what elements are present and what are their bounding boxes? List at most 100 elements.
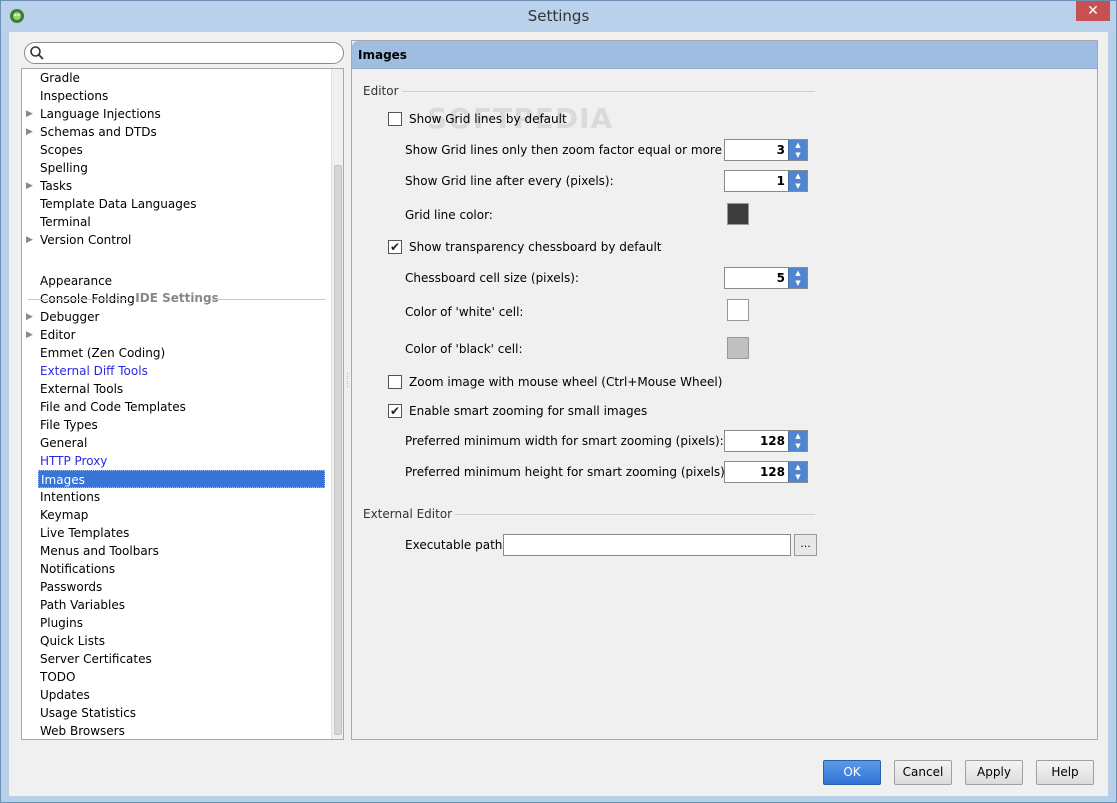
tree-item-keymap[interactable]: Keymap	[40, 506, 88, 524]
spinner-up-icon[interactable]: ▲	[789, 140, 807, 150]
expand-arrow-icon[interactable]: ▶	[26, 177, 36, 195]
group-divider-left	[28, 299, 128, 300]
grid-zoom-stepper[interactable]: ▲ ▼	[788, 140, 807, 160]
tree-item-images[interactable]: Images	[38, 470, 325, 488]
tree-item-menus-and-toolbars[interactable]: Menus and Toolbars	[40, 542, 159, 560]
chess-size-value[interactable]: 5	[725, 268, 787, 288]
spinner-up-icon[interactable]: ▲	[789, 431, 807, 441]
tree-item-server-certificates[interactable]: Server Certificates	[40, 650, 152, 668]
tree-item-usage-statistics[interactable]: Usage Statistics	[40, 704, 136, 722]
settings-tree[interactable]: Gradle Inspections ▶ Language Injections ▶ Sc…	[21, 68, 344, 740]
show-chessboard-checkbox[interactable]: ✔	[388, 240, 402, 254]
tree-item-schemas-and-dtds[interactable]: Schemas and DTDs	[40, 123, 157, 141]
tree-item-inspections[interactable]: Inspections	[40, 87, 108, 105]
grid-every-value[interactable]: 1	[725, 171, 787, 191]
grid-zoom-value[interactable]: 3	[725, 140, 787, 160]
tree-item-passwords[interactable]: Passwords	[40, 578, 102, 596]
title-bar[interactable]: Settings ✕	[1, 1, 1116, 32]
grid-every-label: Show Grid line after every (pixels):	[405, 174, 614, 188]
panel-splitter[interactable]: :::	[346, 371, 349, 392]
tree-scrollbar[interactable]	[331, 69, 343, 739]
spinner-down-icon[interactable]: ▼	[789, 181, 807, 191]
tree-item-todo[interactable]: TODO	[40, 668, 75, 686]
tree-item-general[interactable]: General	[40, 434, 87, 452]
tree-item-terminal[interactable]: Terminal	[40, 213, 91, 231]
spinner-down-icon[interactable]: ▼	[789, 472, 807, 482]
spinner-up-icon[interactable]: ▲	[789, 171, 807, 181]
close-button[interactable]: ✕	[1076, 1, 1110, 21]
zoom-wheel-checkbox[interactable]	[388, 375, 402, 389]
grid-every-stepper[interactable]: ▲ ▼	[788, 171, 807, 191]
tree-item-web-browsers[interactable]: Web Browsers	[40, 722, 125, 739]
black-cell-swatch[interactable]	[727, 337, 749, 359]
tree-item-emmet-zen-coding[interactable]: Emmet (Zen Coding)	[40, 344, 165, 362]
show-grid-checkbox[interactable]	[388, 112, 402, 126]
show-grid-label: Show Grid lines by default	[409, 112, 567, 126]
tree-item-template-data-languages[interactable]: Template Data Languages	[40, 195, 197, 213]
tree-item-http-proxy[interactable]: HTTP Proxy	[40, 452, 107, 470]
spinner-down-icon[interactable]: ▼	[789, 278, 807, 288]
white-cell-label: Color of 'white' cell:	[405, 305, 524, 319]
spinner-down-icon[interactable]: ▼	[789, 441, 807, 451]
section-editor: Editor	[363, 84, 399, 98]
panel-title: Images	[352, 41, 1097, 69]
tree-item-editor[interactable]: Editor	[40, 326, 76, 344]
zoom-wheel-label: Zoom image with mouse wheel (Ctrl+Mouse …	[409, 375, 723, 389]
ok-button[interactable]: OK	[823, 760, 881, 785]
tree-item-appearance[interactable]: Appearance	[40, 272, 112, 290]
expand-arrow-icon[interactable]: ▶	[26, 123, 36, 141]
settings-search[interactable]	[24, 42, 344, 64]
smart-zoom-checkbox[interactable]: ✔	[388, 404, 402, 418]
exec-path-input[interactable]	[503, 534, 791, 556]
tree-item-updates[interactable]: Updates	[40, 686, 90, 704]
tree-item-gradle[interactable]: Gradle	[40, 69, 80, 87]
browse-button[interactable]: ...	[794, 534, 817, 556]
tree-item-external-diff-tools[interactable]: External Diff Tools	[40, 362, 148, 380]
tree-item-version-control[interactable]: Version Control	[40, 231, 131, 249]
spinner-up-icon[interactable]: ▲	[789, 268, 807, 278]
tree-item-external-tools[interactable]: External Tools	[40, 380, 123, 398]
tree-item-plugins[interactable]: Plugins	[40, 614, 83, 632]
chess-size-spinner[interactable]: 5 ▲ ▼	[724, 267, 808, 289]
tree-item-path-variables[interactable]: Path Variables	[40, 596, 125, 614]
spinner-down-icon[interactable]: ▼	[789, 150, 807, 160]
tree-item-live-templates[interactable]: Live Templates	[40, 524, 129, 542]
min-height-stepper[interactable]: ▲ ▼	[788, 462, 807, 482]
tree-item-file-and-code-templates[interactable]: File and Code Templates	[40, 398, 186, 416]
min-width-label: Preferred minimum width for smart zoomin…	[405, 434, 724, 448]
tree-item-file-types[interactable]: File Types	[40, 416, 98, 434]
min-height-spinner[interactable]: 128 ▲ ▼	[724, 461, 808, 483]
chess-size-stepper[interactable]: ▲ ▼	[788, 268, 807, 288]
tree-item-intentions[interactable]: Intentions	[40, 488, 100, 506]
white-cell-swatch[interactable]	[727, 299, 749, 321]
spinner-up-icon[interactable]: ▲	[789, 462, 807, 472]
expand-arrow-icon[interactable]: ▶	[26, 308, 36, 326]
cancel-button[interactable]: Cancel	[894, 760, 952, 785]
min-width-spinner[interactable]: 128 ▲ ▼	[724, 430, 808, 452]
tree-scroll-thumb[interactable]	[334, 165, 342, 735]
expand-arrow-icon[interactable]: ▶	[26, 326, 36, 344]
expand-arrow-icon[interactable]: ▶	[26, 231, 36, 249]
tree-item-scopes[interactable]: Scopes	[40, 141, 83, 159]
window-title: Settings	[527, 7, 590, 25]
tree-item-tasks[interactable]: Tasks	[40, 177, 72, 195]
min-width-stepper[interactable]: ▲ ▼	[788, 431, 807, 451]
group-divider-right	[212, 299, 326, 300]
grid-every-spinner[interactable]: 1 ▲ ▼	[724, 170, 808, 192]
tree-item-spelling[interactable]: Spelling	[40, 159, 88, 177]
section-divider	[402, 91, 815, 92]
expand-arrow-icon[interactable]: ▶	[26, 105, 36, 123]
settings-window: Settings ✕ Gradle Inspections ▶ Language In…	[0, 0, 1117, 803]
help-button[interactable]: Help	[1036, 760, 1094, 785]
min-height-value[interactable]: 128	[725, 462, 787, 482]
apply-button[interactable]: Apply	[965, 760, 1023, 785]
tree-item-language-injections[interactable]: Language Injections	[40, 105, 161, 123]
grid-zoom-spinner[interactable]: 3 ▲ ▼	[724, 139, 808, 161]
group-header-ide-settings: IDE Settings	[22, 291, 332, 307]
search-input[interactable]	[47, 45, 337, 61]
min-width-value[interactable]: 128	[725, 431, 787, 451]
tree-item-quick-lists[interactable]: Quick Lists	[40, 632, 105, 650]
grid-color-swatch[interactable]	[727, 203, 749, 225]
tree-item-debugger[interactable]: Debugger	[40, 308, 99, 326]
tree-item-notifications[interactable]: Notifications	[40, 560, 115, 578]
